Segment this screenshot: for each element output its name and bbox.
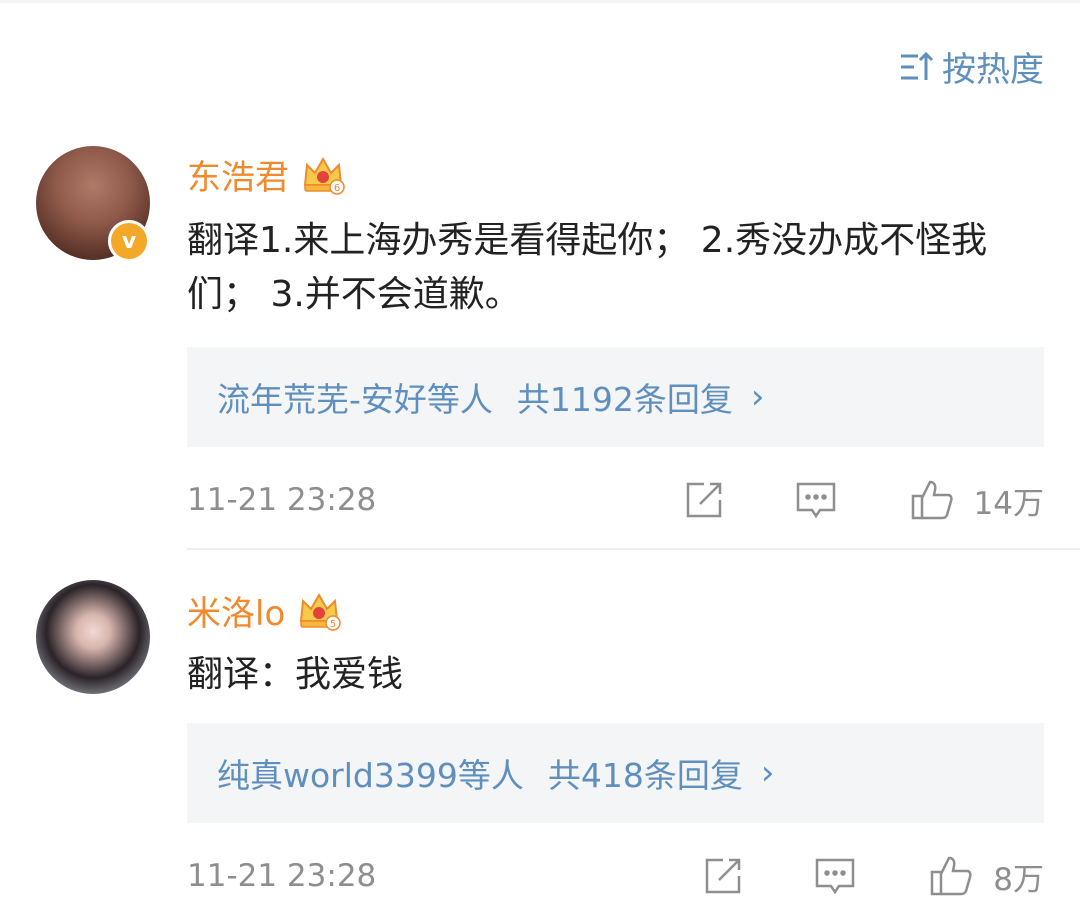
comment-author[interactable]: 米洛lo 5 [187, 586, 341, 635]
timestamp: 11-21 23:28 [187, 482, 377, 518]
verified-badge-icon: v [108, 220, 150, 262]
reply-count: 共418条回复 [547, 756, 743, 795]
comment-meta: 11-21 23:28 8万 [187, 854, 1044, 899]
replies-link[interactable]: 流年荒芜-安好等人 共1192条回复 › [187, 347, 1044, 447]
comment-icon [816, 858, 855, 895]
avatar[interactable] [36, 580, 150, 694]
like-count: 14万 [973, 485, 1044, 522]
reply-authors: 纯真world3399等人 [217, 756, 524, 795]
comment-text: 翻译：我爱钱 [187, 654, 404, 695]
reply-authors: 流年荒芜-安好等人 [217, 380, 493, 419]
comment-icon [796, 482, 835, 519]
comment-author[interactable]: 东浩君 6 [187, 150, 345, 199]
sort-label: 按热度 [942, 50, 1044, 90]
thumbs-up-icon [931, 856, 972, 896]
crown-level: 6 [334, 183, 340, 194]
vip-crown-icon: 6 [303, 156, 345, 195]
sort-by-popularity-button[interactable]: 按热度 [898, 42, 1044, 91]
thumbs-up-icon [911, 480, 953, 520]
replies-link[interactable]: 纯真world3399等人 共418条回复 › [187, 723, 1044, 823]
sort-icon [901, 51, 934, 80]
timestamp: 11-21 23:28 [187, 858, 377, 894]
share-icon [706, 858, 741, 894]
share-button[interactable] [701, 854, 745, 898]
like-button[interactable]: 8万 [929, 854, 1044, 899]
share-button[interactable] [682, 478, 726, 522]
reply-button[interactable] [813, 854, 857, 898]
reply-count: 共1192条回复 [516, 380, 733, 419]
comment-meta: 11-21 23:28 14万 [187, 478, 1044, 523]
reply-button[interactable] [794, 478, 838, 522]
chevron-right-icon: › [750, 377, 765, 417]
top-divider [0, 0, 1080, 3]
crown-level: 5 [330, 619, 336, 630]
username[interactable]: 东浩君 [187, 150, 289, 199]
vip-crown-icon: 5 [300, 592, 341, 631]
username[interactable]: 米洛lo [187, 586, 285, 635]
like-button[interactable]: 14万 [910, 478, 1044, 523]
share-icon [686, 482, 721, 518]
chevron-right-icon: › [760, 753, 775, 793]
like-count: 8万 [993, 861, 1044, 898]
comment-text: 翻译1.来上海办秀是看得起你； 2.秀没办成不怪我们； 3.并不会道歉。 [187, 220, 988, 315]
comment-divider [187, 548, 1080, 550]
